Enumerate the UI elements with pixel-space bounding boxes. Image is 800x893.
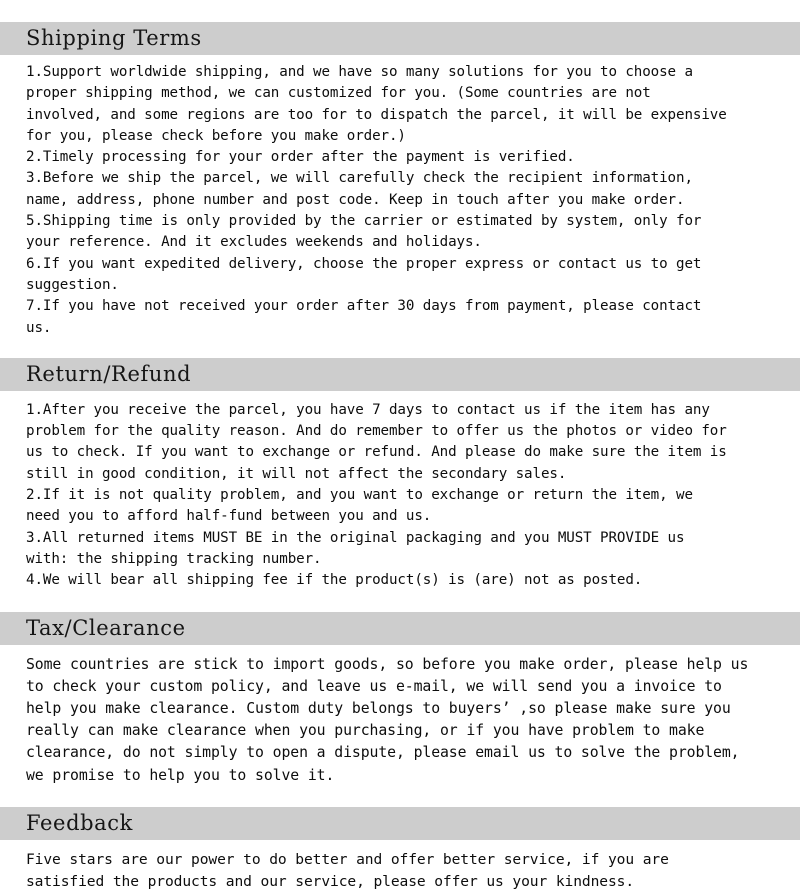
section-shipping-terms: Shipping Terms 1.Support worldwide shipp… bbox=[0, 22, 800, 339]
body-line: us to check. If you want to exchange or … bbox=[26, 444, 727, 461]
body-line: name, address, phone number and post cod… bbox=[26, 191, 685, 208]
section-body-shipping-terms: 1.Support worldwide shipping, and we hav… bbox=[0, 55, 800, 339]
section-body-return-refund: 1.After you receive the parcel, you have… bbox=[0, 391, 800, 592]
section-title-tax-clearance: Tax/Clearance bbox=[26, 615, 186, 640]
body-line: with: the shipping tracking number. bbox=[26, 550, 322, 567]
section-title-feedback: Feedback bbox=[26, 810, 133, 835]
section-header-tax-clearance: Tax/Clearance bbox=[0, 611, 800, 645]
body-line: 3.All returned items MUST BE in the orig… bbox=[26, 529, 685, 546]
section-body-feedback: Five stars are our power to do better an… bbox=[0, 840, 800, 893]
body-line: 1.After you receive the parcel, you have… bbox=[26, 401, 710, 418]
section-title-shipping-terms: Shipping Terms bbox=[26, 26, 202, 50]
body-line: 1.Support worldwide shipping, and we hav… bbox=[26, 64, 693, 80]
body-line: satisfied the products and our service, … bbox=[26, 872, 635, 890]
body-line: help you make clearance. Custom duty bel… bbox=[26, 699, 731, 717]
policy-document-page: Shipping Terms 1.Support worldwide shipp… bbox=[0, 0, 800, 890]
body-line: your reference. And it excludes weekends… bbox=[26, 234, 482, 251]
body-line: 2.Timely processing for your order after… bbox=[26, 149, 575, 166]
body-line: really can make clearance when you purch… bbox=[26, 722, 705, 740]
body-line: Five stars are our power to do better an… bbox=[26, 850, 669, 868]
body-line: suggestion. bbox=[26, 276, 119, 293]
body-line: proper shipping method, we can customize… bbox=[26, 85, 651, 102]
body-line: 5.Shipping time is only provided by the … bbox=[26, 213, 702, 230]
body-line: us. bbox=[26, 319, 52, 336]
body-line: still in good condition, it will not aff… bbox=[26, 465, 567, 482]
section-tax-clearance: Tax/Clearance Some countries are stick t… bbox=[0, 611, 800, 787]
section-header-shipping-terms: Shipping Terms bbox=[0, 22, 800, 55]
body-line: need you to afford half-fund between you… bbox=[26, 508, 432, 525]
body-line: involved, and some regions are too for t… bbox=[26, 106, 727, 123]
body-line: 7.If you have not received your order af… bbox=[26, 298, 702, 315]
section-header-return-refund: Return/Refund bbox=[0, 357, 800, 391]
body-line: we promise to help you to solve it. bbox=[26, 766, 335, 784]
body-line: 2.If it is not quality problem, and you … bbox=[26, 487, 693, 504]
section-body-tax-clearance: Some countries are stick to import goods… bbox=[0, 645, 800, 787]
body-line: 4.We will bear all shipping fee if the p… bbox=[26, 572, 643, 589]
section-feedback: Feedback Five stars are our power to do … bbox=[0, 806, 800, 893]
body-line: to check your custom policy, and leave u… bbox=[26, 677, 722, 695]
body-line: problem for the quality reason. And do r… bbox=[26, 423, 727, 440]
section-header-feedback: Feedback bbox=[0, 806, 800, 840]
section-return-refund: Return/Refund 1.After you receive the pa… bbox=[0, 357, 800, 592]
body-line: 6.If you want expedited delivery, choose… bbox=[26, 255, 702, 272]
body-line: clearance, do not simply to open a dispu… bbox=[26, 744, 740, 762]
body-line: for you, please check before you make or… bbox=[26, 127, 406, 144]
body-line: 3.Before we ship the parcel, we will car… bbox=[26, 170, 693, 187]
section-title-return-refund: Return/Refund bbox=[26, 361, 192, 386]
body-line: Some countries are stick to import goods… bbox=[26, 655, 749, 673]
